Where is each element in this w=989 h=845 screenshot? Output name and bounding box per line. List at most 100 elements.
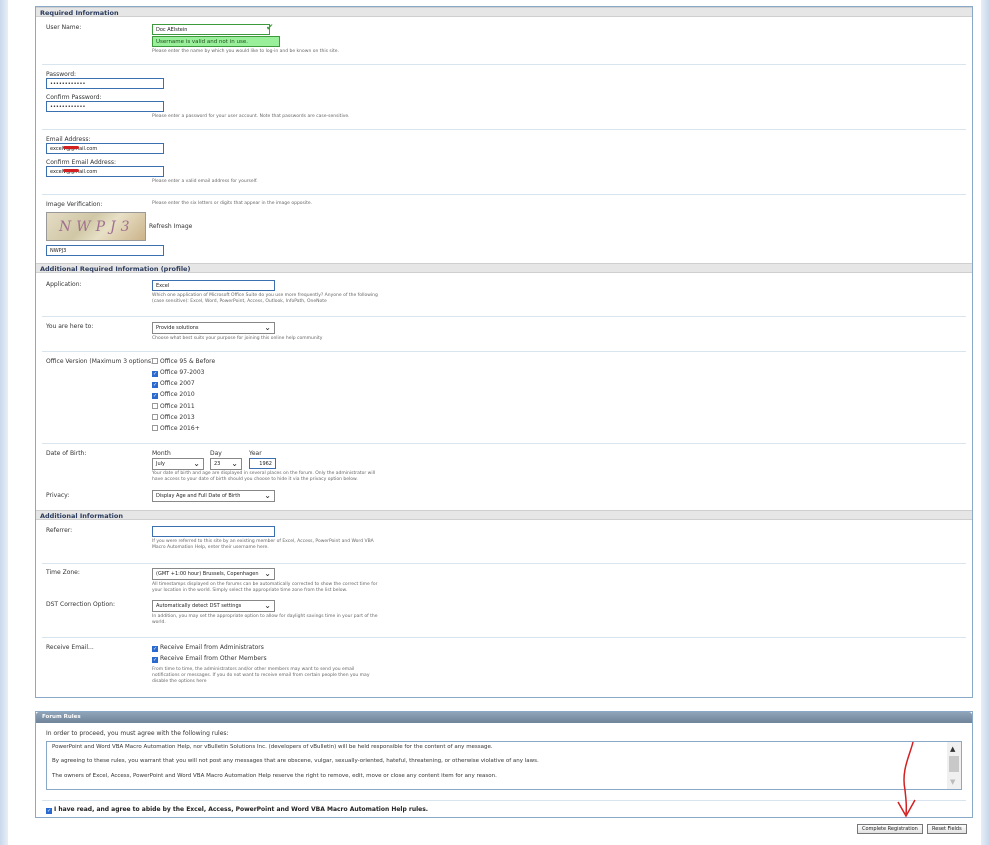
office-option[interactable]: ✓ Office 2007 — [152, 380, 195, 388]
username-valid-message: Username is valid and not in use. — [152, 36, 280, 47]
confirm-email-label: Confirm Email Address: — [46, 159, 117, 166]
confirm-password-label: Confirm Password: — [46, 94, 102, 101]
rules-scrollbar[interactable]: ▲ ▼ — [947, 742, 961, 789]
application-label: Application: — [46, 281, 82, 288]
office-option[interactable]: Office 2011 — [152, 403, 195, 410]
checkbox-checked[interactable]: ✓ — [152, 657, 158, 663]
registration-page: Required Information User Name: Doc AEls… — [0, 0, 989, 845]
checkbox[interactable] — [152, 414, 158, 420]
section-header-profile: Additional Required Information (profile… — [36, 263, 972, 273]
checkbox[interactable] — [152, 403, 158, 409]
day-value: 23 — [214, 461, 221, 467]
office-option-label: Office 97-2003 — [160, 369, 205, 376]
dst-value: Automatically detect DST settings — [156, 603, 242, 609]
office-option[interactable]: Office 2016+ — [152, 425, 200, 432]
month-select[interactable]: July ⌄ — [152, 458, 204, 470]
email-note: Please enter a valid email address for y… — [152, 179, 258, 184]
office-option[interactable]: Office 2013 — [152, 414, 195, 421]
timezone-label: Time Zone: — [46, 569, 80, 576]
redaction-mark — [63, 146, 79, 149]
chevron-down-icon: ⌄ — [264, 491, 271, 500]
checkbox-checked[interactable]: ✓ — [152, 382, 158, 388]
checkbox-checked[interactable]: ✓ — [46, 808, 52, 814]
registration-form-panel: Required Information User Name: Doc AEls… — [35, 6, 973, 698]
email-admin-option[interactable]: ✓ Receive Email from Administrators — [152, 644, 264, 652]
image-verification-input[interactable]: NWPJ3 — [46, 245, 164, 256]
timezone-select[interactable]: (GMT +1:00 hour) Brussels, Copenhagen ⌄ — [152, 568, 275, 580]
rules-line-3: The owners of Excel, Access, PowerPoint … — [52, 773, 497, 779]
username-input[interactable]: Doc AElstein — [152, 24, 270, 35]
captcha-image: NWPJ3 — [46, 212, 146, 241]
checkbox[interactable] — [152, 425, 158, 431]
timezone-value: (GMT +1:00 hour) Brussels, Copenhagen — [156, 571, 259, 577]
redaction-mark — [63, 169, 79, 172]
confirm-password-input[interactable]: •••••••••••• — [46, 101, 164, 112]
divider — [42, 64, 966, 65]
application-input[interactable]: Excel — [152, 280, 275, 291]
captcha-text: NWPJ3 — [59, 219, 135, 235]
section-header-required: Required Information — [36, 7, 972, 17]
reset-fields-button[interactable]: Reset Fields — [927, 824, 967, 834]
office-option-label: Office 2011 — [160, 403, 195, 410]
office-option-label: Office 2007 — [160, 380, 195, 387]
dst-select[interactable]: Automatically detect DST settings ⌄ — [152, 600, 275, 612]
dob-note-2: have access to your date of birth should… — [152, 477, 358, 482]
right-border-strip — [981, 0, 989, 845]
divider — [42, 637, 966, 638]
left-border-strip — [0, 0, 8, 845]
office-option[interactable]: Office 95 & Before — [152, 358, 215, 365]
username-label: User Name: — [46, 24, 82, 31]
application-note-2: (case sensitive): Excel, Word, PowerPoin… — [152, 299, 327, 304]
forum-rules-header: Forum Rules — [36, 712, 972, 723]
day-select[interactable]: 23 ⌄ — [210, 458, 242, 470]
scroll-thumb[interactable] — [949, 756, 959, 772]
forum-rules-panel: Forum Rules In order to proceed, you mus… — [35, 711, 973, 818]
image-note: Please enter the six letters or digits t… — [152, 201, 313, 206]
scroll-down-icon[interactable]: ▼ — [950, 778, 955, 786]
referrer-note-2: Macro Automation Help, enter their usern… — [152, 545, 269, 550]
image-verification-label: Image Verification: — [46, 201, 103, 208]
complete-registration-button[interactable]: Complete Registration — [857, 824, 923, 834]
checkbox-checked[interactable]: ✓ — [152, 393, 158, 399]
office-option-label: Office 95 & Before — [160, 358, 216, 365]
scroll-up-icon[interactable]: ▲ — [950, 745, 955, 753]
office-option-label: Office 2010 — [160, 391, 195, 398]
password-note: Please enter a password for your user ac… — [152, 114, 350, 119]
privacy-select[interactable]: Display Age and Full Date of Birth ⌄ — [152, 490, 275, 502]
office-option[interactable]: ✓ Office 2010 — [152, 391, 195, 399]
refresh-image-link[interactable]: Refresh Image — [149, 223, 192, 230]
divider — [42, 563, 966, 564]
day-label: Day — [210, 450, 222, 457]
year-label: Year — [249, 450, 262, 457]
rules-line-1: PowerPoint and Word VBA Macro Automation… — [52, 744, 493, 750]
chevron-down-icon: ⌄ — [264, 569, 271, 578]
check-icon: ✔ — [266, 23, 274, 33]
divider — [42, 129, 966, 130]
office-option-label: Office 2013 — [160, 414, 195, 421]
year-input[interactable]: 1962 — [249, 458, 276, 469]
checkbox[interactable] — [152, 358, 158, 364]
dob-label: Date of Birth: — [46, 450, 87, 457]
referrer-input[interactable] — [152, 526, 275, 537]
here-to-value: Provide solutions — [156, 325, 199, 331]
divider — [42, 194, 966, 195]
password-label: Password: — [46, 71, 77, 78]
email-note-3: disable the options here — [152, 679, 207, 684]
here-to-label: You are here to: — [46, 323, 94, 330]
rules-line-2: By agreeing to these rules, you warrant … — [52, 758, 539, 764]
office-option[interactable]: ✓ Office 97-2003 — [152, 369, 205, 377]
email-label: Email Address: — [46, 136, 91, 143]
section-header-additional: Additional Information — [36, 510, 972, 520]
divider — [42, 443, 966, 444]
divider — [42, 351, 966, 352]
email-members-option[interactable]: ✓ Receive Email from Other Members — [152, 655, 267, 663]
here-to-select[interactable]: Provide solutions ⌄ — [152, 322, 275, 334]
forum-rules-text: PowerPoint and Word VBA Macro Automation… — [46, 741, 962, 790]
email-members-label: Receive Email from Other Members — [160, 655, 267, 662]
agree-option[interactable]: ✓ I have read, and agree to abide by the … — [46, 806, 428, 814]
checkbox-checked[interactable]: ✓ — [152, 646, 158, 652]
month-label: Month — [152, 450, 171, 457]
password-input[interactable]: •••••••••••• — [46, 78, 164, 89]
month-value: July — [156, 461, 165, 467]
checkbox-checked[interactable]: ✓ — [152, 371, 158, 377]
